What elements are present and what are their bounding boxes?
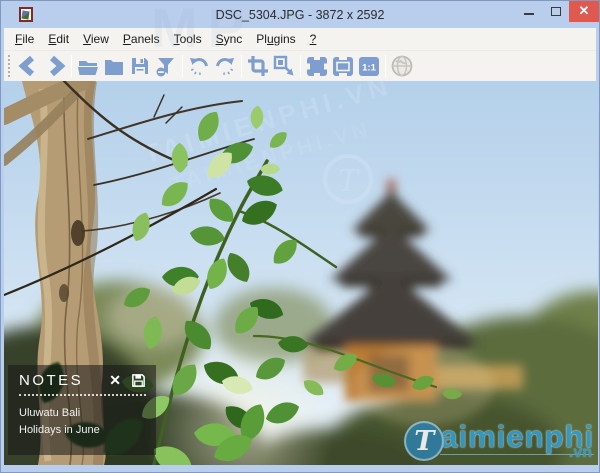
filter-remove-button[interactable]	[153, 53, 179, 79]
next-image-icon	[43, 54, 67, 78]
globe-icon	[390, 54, 414, 78]
image-canvas[interactable]: TAIMIENPHI.VN TAIMIENPHI.VN T	[4, 81, 598, 465]
actual-size-icon: 1:1	[357, 54, 381, 78]
notes-close-icon[interactable]: ✕	[109, 372, 121, 389]
svg-text:1:1: 1:1	[362, 63, 376, 74]
title-bar[interactable]: DSC_5304.JPG - 3872 x 2592 ✕	[4, 1, 596, 28]
actual-size-button[interactable]: 1:1	[356, 53, 382, 79]
open-file-button[interactable]	[75, 53, 101, 79]
save-icon	[128, 54, 152, 78]
app-icon	[19, 7, 33, 22]
open-folder-button[interactable]	[101, 53, 127, 79]
fit-frame-icon	[331, 54, 355, 78]
export-selection-button[interactable]	[271, 53, 297, 79]
toolbar-separator	[385, 55, 386, 77]
notes-text[interactable]: Uluwatu Bali Holidays in June	[19, 405, 146, 439]
close-icon: ✕	[579, 3, 590, 19]
toolbar-separator	[71, 55, 72, 77]
crop-button[interactable]	[245, 53, 271, 79]
previous-image-icon	[17, 54, 41, 78]
menu-tools[interactable]: Tools	[167, 29, 209, 49]
notes-divider	[19, 394, 146, 396]
toolbar-separator	[182, 55, 183, 77]
toolbar: 1:1	[4, 51, 596, 81]
rotate-cw-icon	[213, 54, 237, 78]
toolbar-separator	[241, 55, 242, 77]
menu-bar: File Edit View Panels Tools Sync Plugins…	[4, 28, 596, 51]
app-window: MP DSC_5304.JPG - 3872 x 2592 ✕ File Edi…	[0, 0, 600, 473]
menu-view[interactable]: View	[76, 29, 116, 49]
notes-line-2: Holidays in June	[19, 422, 146, 439]
minimize-icon	[524, 13, 534, 15]
notes-panel-title: NOTES	[19, 372, 109, 389]
rotate-ccw-icon	[187, 54, 211, 78]
map-sync-button[interactable]	[389, 53, 415, 79]
export-selection-icon	[272, 54, 296, 78]
minimize-button[interactable]	[515, 0, 542, 22]
menu-plugins[interactable]: Plugins	[249, 29, 302, 49]
zoom-to-fit-icon	[305, 54, 329, 78]
svg-text:T: T	[338, 164, 360, 199]
toolbar-separator	[300, 55, 301, 77]
notes-save-icon[interactable]	[131, 373, 146, 388]
open-file-icon	[76, 54, 100, 78]
menu-help[interactable]: ?	[303, 29, 324, 49]
rotate-ccw-button[interactable]	[186, 53, 212, 79]
menu-sync[interactable]: Sync	[209, 29, 250, 49]
notes-panel: NOTES ✕ Uluwatu Bali Holidays in June	[8, 365, 156, 455]
next-image-button[interactable]	[42, 53, 68, 79]
toolbar-grip[interactable]	[8, 55, 13, 77]
crop-icon	[246, 54, 270, 78]
window-title: DSC_5304.JPG - 3872 x 2592	[4, 8, 596, 22]
previous-image-button[interactable]	[16, 53, 42, 79]
save-button[interactable]	[127, 53, 153, 79]
rotate-cw-button[interactable]	[212, 53, 238, 79]
menu-edit[interactable]: Edit	[41, 29, 76, 49]
maximize-icon	[551, 7, 561, 16]
filter-remove-icon	[154, 54, 178, 78]
close-button[interactable]: ✕	[569, 0, 599, 22]
open-folder-icon	[102, 54, 126, 78]
zoom-to-fit-button[interactable]	[304, 53, 330, 79]
menu-file[interactable]: File	[8, 29, 41, 49]
maximize-button[interactable]	[542, 0, 569, 22]
fit-frame-button[interactable]	[330, 53, 356, 79]
notes-line-1: Uluwatu Bali	[19, 405, 146, 422]
menu-panels[interactable]: Panels	[116, 29, 167, 49]
